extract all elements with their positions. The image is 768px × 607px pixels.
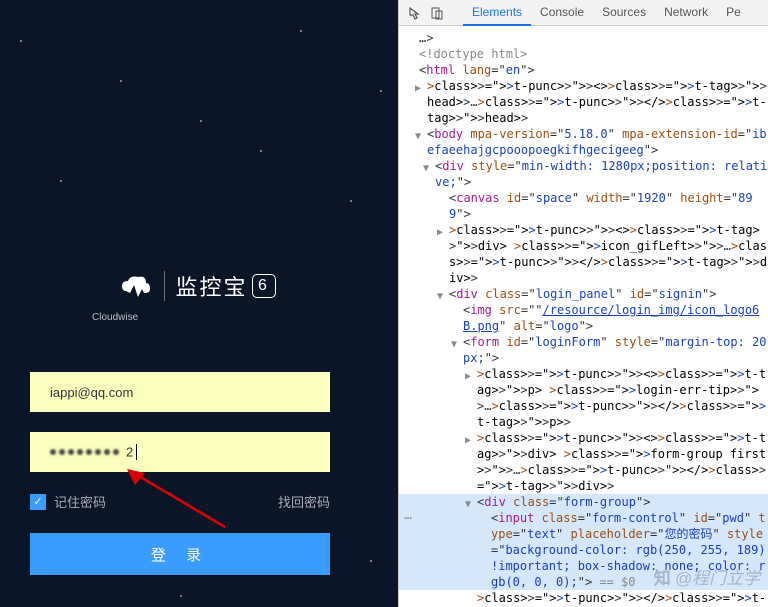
tab-performance-cut[interactable]: Pe	[717, 0, 750, 26]
dom-tree-line[interactable]: ▶>class>>=">>t-punc>>">><>>class>>=">>t-…	[399, 366, 768, 430]
dom-tree-line[interactable]: ⋯<input class="form-control" id="pwd" ty…	[399, 510, 768, 590]
dom-tree-line[interactable]: ▶>class>>=">>t-punc>>">><>>class>>=">>t-…	[399, 222, 768, 286]
remember-row: ✓ 记住密码 找回密码	[30, 492, 330, 511]
dom-tree-line[interactable]: <!doctype html>	[399, 46, 768, 62]
device-toggle-icon[interactable]	[429, 5, 445, 21]
inspect-element-icon[interactable]	[407, 5, 423, 21]
expand-triangle-icon[interactable]: ▼	[423, 161, 429, 177]
cloudwise-logo-icon	[114, 271, 154, 301]
dom-tree-line[interactable]: ▼<div class="form-group">	[399, 494, 768, 510]
remember-label: 记住密码	[54, 492, 106, 511]
expand-triangle-icon[interactable]: ▶	[415, 81, 421, 97]
expand-triangle-icon[interactable]: ▼	[415, 129, 421, 145]
dom-tree-line[interactable]: <html lang="en">	[399, 62, 768, 78]
tab-network[interactable]: Network	[655, 0, 717, 26]
expand-triangle-icon[interactable]: ▼	[451, 337, 457, 353]
brand-subtext: Cloudwise	[92, 312, 138, 323]
devtools-tabs: Elements Console Sources Network Pe	[463, 0, 750, 26]
dom-tree-line[interactable]: ▼<div style="min-width: 1280px;position:…	[399, 158, 768, 190]
dom-tree-line[interactable]: ▼<form id="loginForm" style="margin-top:…	[399, 334, 768, 366]
email-field[interactable]	[30, 372, 330, 412]
password-form-group: 2	[30, 432, 360, 472]
text-cursor	[136, 444, 137, 460]
expand-triangle-icon[interactable]: ▶	[465, 433, 471, 449]
checkbox-checked-icon: ✓	[30, 494, 46, 510]
dom-tree-line[interactable]: ▶>class>>=">>t-punc>>">><>>class>>=">>t-…	[399, 430, 768, 494]
expand-triangle-icon[interactable]: ▶	[437, 225, 443, 241]
logo-row: 监控宝 6	[30, 270, 360, 302]
tab-sources[interactable]: Sources	[593, 0, 655, 26]
devtools-toolbar: Elements Console Sources Network Pe	[399, 0, 768, 26]
login-panel: 监控宝 6 2 ✓ 记住密码 找回密码 登 录	[30, 250, 360, 575]
dom-tree-line[interactable]: ▼<div class="login_panel" id="signin">	[399, 286, 768, 302]
expand-triangle-icon[interactable]: ▶	[465, 369, 471, 385]
login-button[interactable]: 登 录	[30, 533, 330, 575]
brand-text: 监控宝 6	[175, 270, 275, 302]
devtools-panel: Elements Console Sources Network Pe …><!…	[398, 0, 768, 607]
tab-console[interactable]: Console	[531, 0, 593, 26]
email-form-group	[30, 372, 360, 412]
forgot-password-link[interactable]: 找回密码	[278, 492, 330, 511]
dom-tree[interactable]: …><!doctype html><html lang="en">▶>class…	[399, 26, 768, 607]
dom-tree-line[interactable]: <canvas id="space" width="1920" height="…	[399, 190, 768, 222]
tab-elements[interactable]: Elements	[463, 0, 531, 26]
remember-checkbox-wrap[interactable]: ✓ 记住密码	[30, 492, 106, 511]
dom-tree-line[interactable]: …>	[399, 30, 768, 46]
dom-tree-line[interactable]: ▶>class>>=">>t-punc>>">><>>class>>=">>t-…	[399, 78, 768, 126]
logo-divider	[164, 271, 165, 301]
password-field[interactable]	[30, 432, 330, 472]
brand-version-badge: 6	[252, 274, 276, 298]
brand-name: 监控宝	[175, 270, 247, 302]
dom-tree-line[interactable]: ▼<body mpa-version="5.18.0" mpa-extensio…	[399, 126, 768, 158]
dom-tree-line[interactable]: <img src=""/resource/login_img/icon_logo…	[399, 302, 768, 334]
dom-tree-line[interactable]: >class>>=">>t-punc>>">></>>class>>=">>t-…	[399, 590, 768, 607]
login-background: 监控宝 6 2 ✓ 记住密码 找回密码 登 录 Cloudwise	[0, 0, 398, 607]
